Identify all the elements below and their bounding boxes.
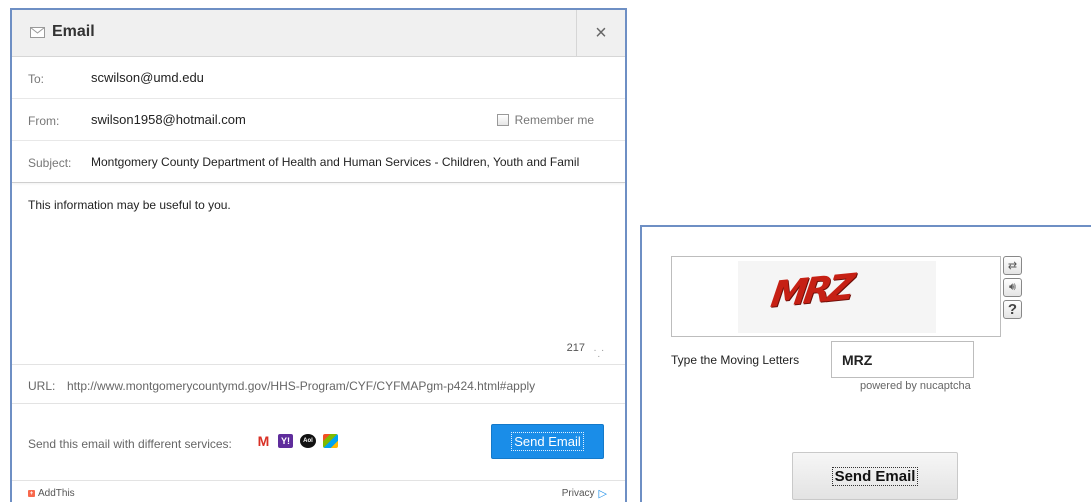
envelope-icon [30,26,45,38]
gmail-icon[interactable]: M [256,433,271,449]
dialog-footer: + AddThis Privacy ▷ [12,480,625,502]
addthis-link[interactable]: + AddThis [28,488,75,499]
powered-by: powered by nucaptcha [860,380,971,392]
to-row: To: scwilson@umd.edu [12,57,625,99]
from-field[interactable]: swilson1958@hotmail.com [91,112,246,127]
close-button[interactable]: × [576,10,625,56]
captcha-send-email-label[interactable]: Send Email [831,466,919,486]
addthis-icon[interactable]: + [28,490,35,497]
captcha-tools: ⇄ 🔊︎ ? [1003,256,1022,319]
url-label: URL: [28,379,56,393]
captcha-image: MRZ [671,256,1001,337]
resize-grip-icon[interactable]: . . . [594,344,605,360]
dialog-header: Email × [12,10,625,57]
yahoo-icon[interactable]: Y! [278,434,293,448]
send-email-button[interactable]: Send Email [491,424,604,459]
service-icons: M Y! Aol [256,433,338,449]
privacy-link[interactable]: Privacy ▷ [562,487,607,500]
aol-icon[interactable]: Aol [300,434,316,448]
audio-icon[interactable]: 🔊︎ [1003,278,1022,297]
captcha-input[interactable] [831,341,974,378]
send-email-button-label[interactable]: Send Email [511,432,584,451]
privacy-arrow-icon[interactable]: ▷ [599,487,607,500]
windows-live-icon[interactable] [323,434,338,448]
email-dialog: Email × To: scwilson@umd.edu From: swils… [10,8,627,502]
to-field[interactable]: scwilson@umd.edu [91,70,204,85]
url-value: http://www.montgomerycountymd.gov/HHS-Pr… [67,379,536,393]
captcha-label: Type the Moving Letters [671,353,800,367]
from-label: From: [28,114,60,128]
subject-field[interactable]: Montgomery County Department of Health a… [91,155,607,169]
remember-me-label: Remember me [514,113,594,127]
message-text[interactable]: This information may be useful to you. [28,198,231,212]
addthis-label[interactable]: AddThis [38,488,75,499]
dialog-title-text: Email [52,23,95,40]
services-label: Send this email with different services: [28,437,232,451]
dialog-title: Email [30,23,95,41]
message-textarea[interactable]: This information may be useful to you. 2… [12,184,625,364]
help-icon[interactable]: ? [1003,300,1022,319]
privacy-label[interactable]: Privacy [562,488,595,499]
refresh-icon[interactable]: ⇄ [1003,256,1022,275]
captcha-send-email-button[interactable]: Send Email [792,452,958,500]
subject-row: Subject: Montgomery County Department of… [12,141,625,183]
remember-me[interactable]: Remember me [496,113,594,127]
from-row: From: swilson1958@hotmail.com Remember m… [12,99,625,141]
captcha-panel: MRZ ⇄ 🔊︎ ? Type the Moving Letters power… [640,225,1091,502]
char-count: 217 [566,342,585,354]
url-row: URL: http://www.montgomerycountymd.gov/H… [12,364,625,404]
remember-me-checkbox[interactable] [496,114,509,126]
subject-label: Subject: [28,156,72,170]
services-row: Send this email with different services:… [12,404,625,480]
to-label: To: [28,72,45,86]
close-icon[interactable]: × [595,22,607,45]
